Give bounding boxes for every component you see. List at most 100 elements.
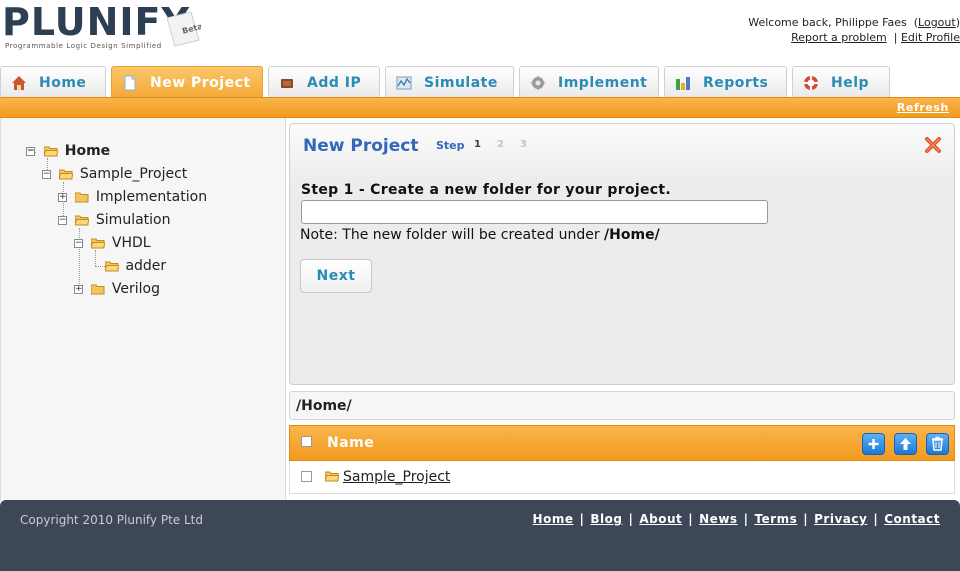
tab-implement[interactable]: Implement (519, 66, 659, 97)
next-button[interactable]: Next (300, 259, 372, 293)
footer-separator: | (803, 512, 809, 526)
report-problem-link[interactable]: Report a problem (791, 31, 887, 44)
footer-link-home[interactable]: Home (533, 512, 574, 526)
tab-home[interactable]: Home (0, 66, 106, 97)
lifebuoy-icon (804, 76, 818, 90)
delete-button[interactable] (926, 433, 949, 455)
folder-icon (75, 192, 89, 202)
copyright-text: Copyright 2010 Plunify Pte Ltd (20, 513, 203, 527)
user-box: Welcome back, Philippe Faes (Logout) Rep… (748, 16, 960, 44)
tree-node-vhdl[interactable]: − VHDL (74, 235, 151, 255)
table-row[interactable]: Sample_Project (289, 461, 955, 494)
tree-label-simulation: Simulation (95, 212, 171, 228)
folder-icon (325, 471, 339, 482)
tree-connector (95, 266, 105, 267)
tab-help-label: Help (831, 75, 870, 91)
tab-reports[interactable]: Reports (664, 66, 787, 97)
refresh-link[interactable]: Refresh (897, 101, 949, 114)
file-list-header: Name (289, 425, 955, 461)
tree-label-sample-project: Sample_Project (79, 166, 188, 182)
tab-new-project-label: New Project (150, 75, 251, 91)
tab-add-ip-label: Add IP (307, 75, 362, 91)
gear-icon (530, 75, 546, 91)
wizard-title: New Project (303, 136, 419, 156)
step-3-indicator: 3 (520, 139, 527, 150)
footer-separator: | (688, 512, 694, 526)
folder-tree: − Home − Sample_Project + Implementation… (0, 118, 286, 501)
tab-home-label: Home (39, 75, 87, 91)
footer-separator: | (628, 512, 634, 526)
footer-link-terms[interactable]: Terms (754, 512, 797, 526)
tree-node-adder[interactable]: adder (105, 258, 166, 278)
folder-name-input[interactable] (301, 200, 768, 224)
expand-icon[interactable]: + (74, 284, 83, 294)
collapse-icon[interactable]: − (74, 238, 83, 248)
step-label: Step (436, 139, 465, 152)
open-folder-icon (43, 146, 58, 156)
footer-separator: | (743, 512, 749, 526)
footer-links: Home | Blog | About | News | Terms | Privacy | Conta… (533, 512, 940, 526)
plunify-logo[interactable]: PLUNIFY Programmable Logic Design Simpli… (2, 2, 202, 54)
collapse-icon[interactable]: − (26, 146, 35, 156)
main-tabs: Home New Project Add IP Simulate Impleme… (0, 66, 960, 97)
up-folder-button[interactable] (894, 433, 917, 455)
column-name-header[interactable]: Name (327, 435, 374, 451)
row-checkbox[interactable] (301, 471, 312, 482)
tree-node-implementation[interactable]: + Implementation (58, 189, 207, 209)
row-name-link[interactable]: Sample_Project (343, 469, 450, 485)
logo-tagline: Programmable Logic Design Simplified (5, 42, 162, 50)
arrow-up-icon (900, 438, 911, 450)
new-project-wizard: New Project Step 1 2 3 Step 1 - Create a… (289, 123, 955, 385)
footer-separator: | (873, 512, 879, 526)
folder-icon (91, 284, 105, 294)
tab-help[interactable]: Help (792, 66, 890, 97)
step-heading: Step 1 - Create a new folder for your pr… (301, 182, 671, 198)
tree-label-vhdl: VHDL (111, 235, 151, 251)
footer-link-contact[interactable]: Contact (884, 512, 940, 526)
plus-icon (868, 439, 879, 449)
footer-link-blog[interactable]: Blog (590, 512, 622, 526)
close-icon[interactable] (924, 136, 942, 154)
tree-node-home[interactable]: − Home (26, 143, 110, 163)
footer-link-privacy[interactable]: Privacy (814, 512, 867, 526)
footer-link-about[interactable]: About (639, 512, 682, 526)
waveform-icon (396, 76, 412, 90)
logout-link[interactable]: Logout (918, 16, 956, 29)
chip-icon (281, 79, 293, 88)
tree-label-home: Home (64, 143, 111, 159)
open-folder-icon (105, 261, 119, 271)
bar-chart-icon (676, 77, 690, 90)
tree-node-simulation[interactable]: − Simulation (58, 212, 170, 232)
welcome-text: Welcome back, Philippe Faes (748, 16, 907, 29)
tree-label-adder: adder (125, 258, 167, 274)
house-icon (12, 76, 26, 90)
tab-add-ip[interactable]: Add IP (268, 66, 380, 97)
collapse-icon[interactable]: − (58, 215, 67, 225)
tab-new-project[interactable]: New Project (111, 66, 263, 97)
tree-node-sample-project[interactable]: − Sample_Project (42, 166, 187, 186)
page-icon (124, 75, 136, 91)
tree-label-verilog: Verilog (111, 281, 160, 297)
tab-simulate[interactable]: Simulate (385, 66, 514, 97)
step-1-indicator: 1 (474, 139, 481, 150)
tree-label-implementation: Implementation (95, 189, 208, 205)
trash-icon (932, 436, 943, 451)
open-folder-icon (91, 238, 106, 248)
edit-profile-link[interactable]: Edit Profile (901, 31, 960, 44)
expand-icon[interactable]: + (58, 192, 67, 202)
header: PLUNIFY Programmable Logic Design Simpli… (0, 0, 960, 60)
current-path: /Home/ (296, 398, 352, 414)
current-path-bar: /Home/ (289, 391, 955, 420)
tab-implement-label: Implement (558, 75, 648, 91)
folder-location-note: Note: The new folder will be created und… (300, 227, 660, 243)
note-path: /Home/ (604, 227, 660, 243)
note-prefix: Note: The new folder will be created und… (300, 227, 605, 243)
step-2-indicator: 2 (497, 139, 504, 150)
footer-link-news[interactable]: News (699, 512, 737, 526)
select-all-checkbox[interactable] (301, 436, 312, 447)
toolbar-strip: Refresh (0, 97, 960, 118)
add-folder-button[interactable] (862, 433, 885, 455)
collapse-icon[interactable]: − (42, 169, 51, 179)
tab-simulate-label: Simulate (424, 75, 498, 91)
tree-node-verilog[interactable]: + Verilog (74, 281, 160, 301)
